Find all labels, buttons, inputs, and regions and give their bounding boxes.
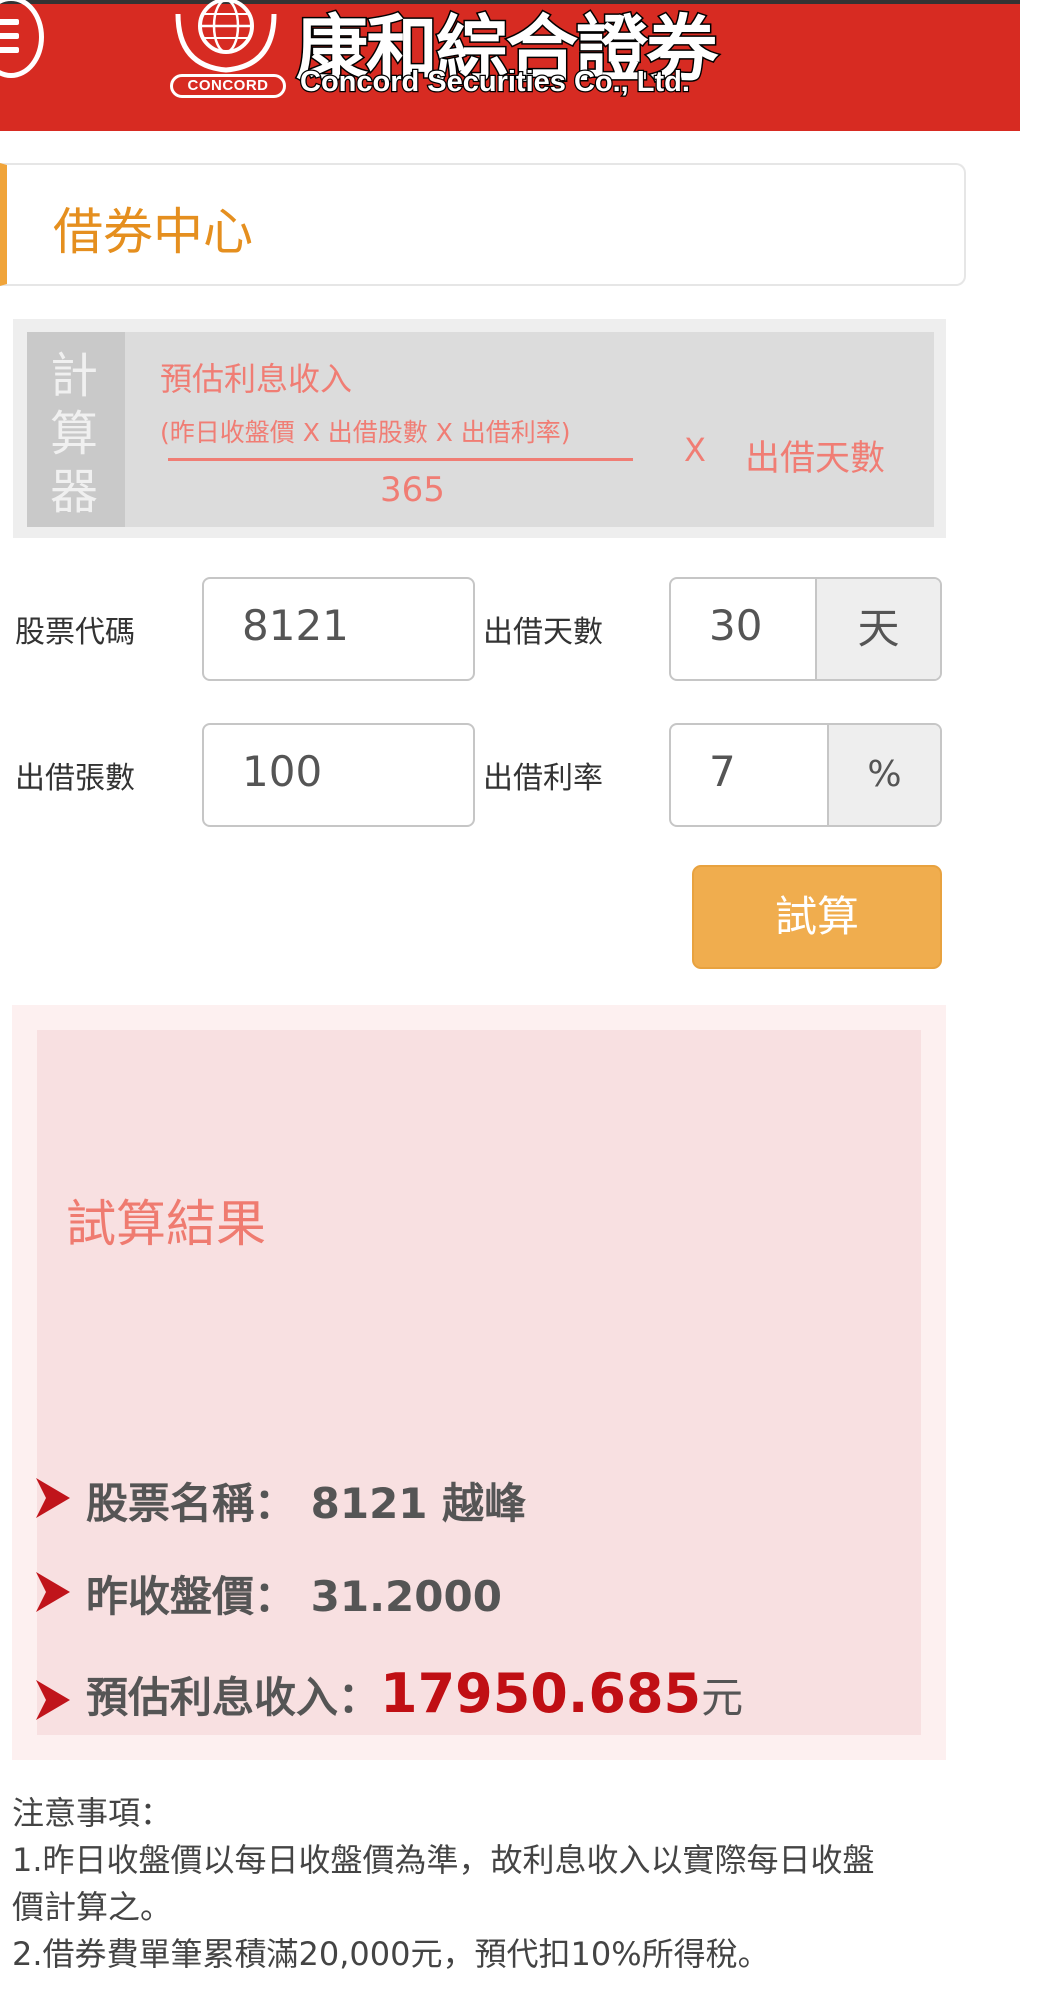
formula-numerator-title: 預估利息收入 <box>160 360 353 398</box>
arrow-right-icon <box>36 1572 70 1612</box>
lend-days-input[interactable]: 30 天 <box>669 577 942 681</box>
close-price-row: 昨收盤價： 31.2000 <box>86 1563 502 1624</box>
logo-badge: CONCORD <box>170 74 286 98</box>
formula-numerator-detail: (昨日收盤價 X 出借股數 X 出借利率) <box>160 418 571 447</box>
lend-days-unit: 天 <box>815 579 940 679</box>
lend-rate-label: 出借利率 <box>483 761 603 796</box>
income-label: 預估利息收入： <box>86 1673 381 1722</box>
notes-section: 注意事項： 1.昨日收盤價以每日收盤價為準，故利息收入以實際每日收盤 價計算之。… <box>12 1790 1012 1978</box>
lend-rate-value: 7 <box>709 747 736 796</box>
concord-emblem-icon <box>175 0 277 73</box>
logo-subtitle: Concord Securities Co., Ltd. <box>299 65 691 100</box>
result-title: 試算結果 <box>66 1195 266 1253</box>
arrow-right-icon <box>36 1478 70 1518</box>
page-title-panel: 借券中心 <box>0 163 966 286</box>
income-value: 17950.685 <box>380 1662 702 1725</box>
calculator-label-char: 計 <box>50 348 99 404</box>
lend-days-label: 出借天數 <box>483 615 603 650</box>
calculate-button[interactable]: 試算 <box>692 865 942 969</box>
lend-days-value: 30 <box>709 601 763 650</box>
formula-fraction-line <box>168 458 633 461</box>
notes-line: 2.借券費單筆累積滿20,000元，預代扣10%所得稅。 <box>12 1935 770 1973</box>
stock-name-value: 8121 越峰 <box>310 1479 527 1528</box>
lend-qty-input[interactable]: 100 <box>202 723 475 827</box>
formula-denominator: 365 <box>380 470 445 510</box>
lend-rate-unit: % <box>827 725 940 825</box>
header-bar: CONCORD 康和綜合證券 Concord Securities Co., L… <box>0 0 1020 131</box>
notes-line: 價計算之。 <box>12 1888 173 1926</box>
arrow-right-icon <box>36 1680 70 1720</box>
stock-code-input[interactable]: 8121 <box>202 577 475 681</box>
stock-name-label: 股票名稱： <box>86 1479 297 1528</box>
calculator-label: 計 算 器 <box>27 332 125 527</box>
result-content <box>37 1030 921 1735</box>
menu-icon[interactable] <box>0 0 44 78</box>
lend-qty-value: 100 <box>242 747 323 796</box>
formula-days: 出借天數 <box>745 439 886 479</box>
calculator-label-char: 算 <box>50 406 99 462</box>
lend-rate-input[interactable]: 7 % <box>669 723 942 827</box>
close-price-label: 昨收盤價： <box>86 1572 297 1621</box>
income-row: 預估利息收入：17950.685元 <box>86 1662 743 1725</box>
stock-code-value: 8121 <box>242 601 349 650</box>
stock-code-label: 股票代碼 <box>15 615 135 650</box>
lend-qty-label: 出借張數 <box>15 761 135 796</box>
notes-line: 1.昨日收盤價以每日收盤價為準，故利息收入以實際每日收盤 <box>12 1841 875 1879</box>
close-price-value: 31.2000 <box>310 1572 502 1621</box>
income-unit: 元 <box>701 1673 744 1722</box>
formula-multiply-sign: X <box>684 431 706 469</box>
page-title: 借券中心 <box>53 203 253 261</box>
notes-title: 注意事項： <box>12 1794 173 1832</box>
stock-name-row: 股票名稱： 8121 越峰 <box>86 1470 526 1531</box>
calculator-label-char: 器 <box>50 464 99 520</box>
